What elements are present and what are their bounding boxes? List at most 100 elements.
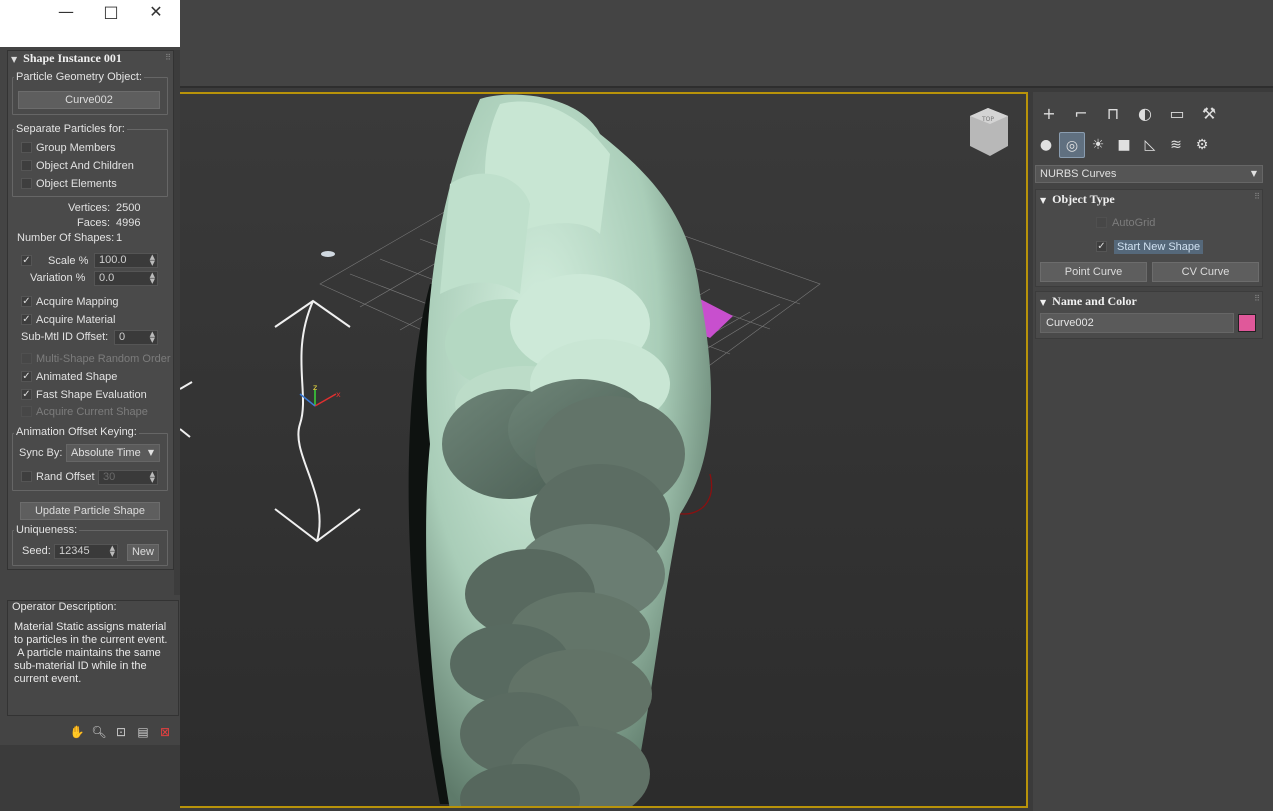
rand-offset-spinner[interactable]: 30 ▲ ▼ xyxy=(98,470,158,485)
chevron-down-icon: ▼ xyxy=(1250,169,1257,178)
command-panel: + ⌐ ⊓ ◐ ▭ ⚒ ● ◎ ☀ ■ ◺ ≋ ⚙ NURBS Curves ▼… xyxy=(1033,92,1273,811)
scale-checkbox[interactable]: ✓ xyxy=(21,255,32,266)
name-color-rollout: ▼ Name and Color ⠿ Curve002 xyxy=(1035,291,1263,339)
spinner-arrows-icon[interactable]: ▲ ▼ xyxy=(150,471,155,484)
faces-value: 4996 xyxy=(116,217,141,229)
animated-shape-checkbox[interactable]: ✓ xyxy=(21,371,32,382)
variation-spinner[interactable]: 0.0 ▲ ▼ xyxy=(94,271,158,286)
utilities-icon[interactable]: ⚒ xyxy=(1193,100,1225,128)
scrollbar[interactable] xyxy=(174,50,180,595)
spacewarps-icon[interactable]: ≋ xyxy=(1163,132,1189,158)
grip-icon[interactable]: ⠿ xyxy=(165,53,171,62)
start-new-shape-label[interactable]: Start New Shape xyxy=(1114,240,1204,254)
spinner-arrows-icon[interactable]: ▲ ▼ xyxy=(150,331,155,344)
motion-icon[interactable]: ◐ xyxy=(1129,100,1161,128)
minimize-icon[interactable]: — xyxy=(44,2,88,24)
systems-icon[interactable]: ⚙ xyxy=(1189,132,1215,158)
cameras-icon[interactable]: ■ xyxy=(1111,132,1137,158)
spinner-arrows-icon[interactable]: ▲ ▼ xyxy=(150,254,155,267)
group-members-checkbox[interactable] xyxy=(21,142,32,153)
seed-value: 12345 xyxy=(59,545,90,557)
sync-by-dropdown[interactable]: Absolute Time ▼ xyxy=(66,444,160,462)
operator-description-text: Material Static assigns material to part… xyxy=(14,621,168,685)
create-icon[interactable]: + xyxy=(1033,100,1065,128)
variation-label: Variation % xyxy=(30,272,86,284)
spinner-arrows-icon[interactable]: ▲ ▼ xyxy=(110,545,115,558)
multi-shape-checkbox[interactable] xyxy=(21,353,32,364)
scale-spinner[interactable]: 100.0 ▲ ▼ xyxy=(94,253,158,268)
create-subcategories: ● ◎ ☀ ■ ◺ ≋ ⚙ xyxy=(1033,132,1267,160)
category-dropdown[interactable]: NURBS Curves ▼ xyxy=(1035,165,1263,183)
close-icon[interactable]: ✕ xyxy=(134,2,178,24)
rollout-header[interactable]: ▼ Shape Instance 001 xyxy=(11,51,171,67)
fast-eval-checkbox[interactable]: ✓ xyxy=(21,389,32,400)
autogrid-checkbox[interactable] xyxy=(1096,217,1107,228)
modify-icon[interactable]: ⌐ xyxy=(1065,100,1097,128)
seed-spinner[interactable]: 12345 ▲ ▼ xyxy=(54,544,118,559)
sync-by-value: Absolute Time xyxy=(71,447,141,459)
acquire-current-label: Acquire Current Shape xyxy=(36,406,148,418)
uniqueness-label: Uniqueness: xyxy=(14,524,80,536)
update-particle-shape-button[interactable]: Update Particle Shape xyxy=(20,502,160,520)
title-bar: — □ ✕ xyxy=(0,0,180,47)
object-type-title: Object Type xyxy=(1052,192,1115,206)
sync-by-label: Sync By: xyxy=(19,447,63,459)
object-color-swatch[interactable] xyxy=(1238,314,1256,332)
hierarchy-icon[interactable]: ⊓ xyxy=(1097,100,1129,128)
collapse-icon: ▼ xyxy=(1040,298,1047,307)
new-seed-button[interactable]: New xyxy=(127,544,159,561)
point-curve-button[interactable]: Point Curve xyxy=(1040,262,1147,282)
object-elements-checkbox[interactable] xyxy=(21,178,32,189)
variation-value: 0.0 xyxy=(99,272,115,284)
submtl-spinner[interactable]: 0 ▲ ▼ xyxy=(114,330,158,345)
spinner-arrows-icon[interactable]: ▲ ▼ xyxy=(150,272,155,285)
divider xyxy=(180,86,1273,88)
hand-icon[interactable]: ✋ xyxy=(68,723,86,741)
rand-offset-label: Rand Offset xyxy=(36,471,95,483)
svg-text:z: z xyxy=(313,383,317,392)
lights-icon[interactable]: ☀ xyxy=(1085,132,1111,158)
submtl-value: 0 xyxy=(119,331,126,343)
rand-offset-checkbox[interactable] xyxy=(21,471,32,482)
scene-render: z x TOP xyxy=(180,94,1008,806)
viewcube-label[interactable]: TOP xyxy=(981,116,994,123)
geometry-icon[interactable]: ● xyxy=(1033,132,1059,158)
start-new-shape-checkbox[interactable]: ✓ xyxy=(1096,241,1107,252)
maximize-icon[interactable]: □ xyxy=(89,2,133,24)
cv-curve-button[interactable]: CV Curve xyxy=(1152,262,1259,282)
animated-shape-label: Animated Shape xyxy=(36,371,118,383)
object-type-rollout: ▼ Object Type ⠿ AutoGrid ✓ Start New Shap… xyxy=(1035,189,1263,287)
particle-view-window: — □ ✕ ▼ Shape Instance 001 ⠿ Particle Geo… xyxy=(0,0,180,745)
object-name-field[interactable]: Curve002 xyxy=(1040,313,1234,333)
viewport[interactable]: z x TOP xyxy=(180,92,1028,808)
transform-gizmo: z x xyxy=(299,383,341,407)
grip-icon[interactable]: ⠿ xyxy=(1254,192,1260,201)
object-children-label: Object And Children xyxy=(36,160,134,172)
shapes-count-value: 1 xyxy=(116,232,123,244)
svg-text:x: x xyxy=(336,390,341,399)
zoom-icon[interactable]: 🔍︎ xyxy=(90,723,108,741)
object-children-checkbox[interactable] xyxy=(21,160,32,171)
autogrid-label: AutoGrid xyxy=(1112,217,1156,229)
acquire-current-checkbox[interactable] xyxy=(21,406,32,417)
scale-value: 100.0 xyxy=(99,254,127,266)
geometry-object-button[interactable]: Curve002 xyxy=(18,91,160,109)
acquire-material-label: Acquire Material xyxy=(36,314,116,326)
rand-offset-value: 30 xyxy=(103,471,116,483)
acquire-mapping-checkbox[interactable]: ✓ xyxy=(21,296,32,307)
separate-group-label: Separate Particles for: xyxy=(14,123,127,135)
object-type-header[interactable]: ▼ Object Type xyxy=(1040,192,1115,207)
display-icon[interactable]: ▭ xyxy=(1161,100,1193,128)
acquire-material-checkbox[interactable]: ✓ xyxy=(21,314,32,325)
zoom-region-icon[interactable]: ⊡ xyxy=(112,723,130,741)
faces-label: Faces: xyxy=(77,217,111,229)
acquire-mapping-label: Acquire Mapping xyxy=(36,296,119,308)
delete-icon[interactable]: ⊠ xyxy=(156,723,174,741)
display-icon[interactable]: ▤ xyxy=(134,723,152,741)
fast-eval-label: Fast Shape Evaluation xyxy=(36,389,147,401)
grip-icon[interactable]: ⠿ xyxy=(1254,294,1260,303)
viewcube: TOP xyxy=(970,108,1008,156)
name-color-header[interactable]: ▼ Name and Color xyxy=(1040,294,1137,309)
helpers-icon[interactable]: ◺ xyxy=(1137,132,1163,158)
shapes-icon[interactable]: ◎ xyxy=(1059,132,1085,158)
